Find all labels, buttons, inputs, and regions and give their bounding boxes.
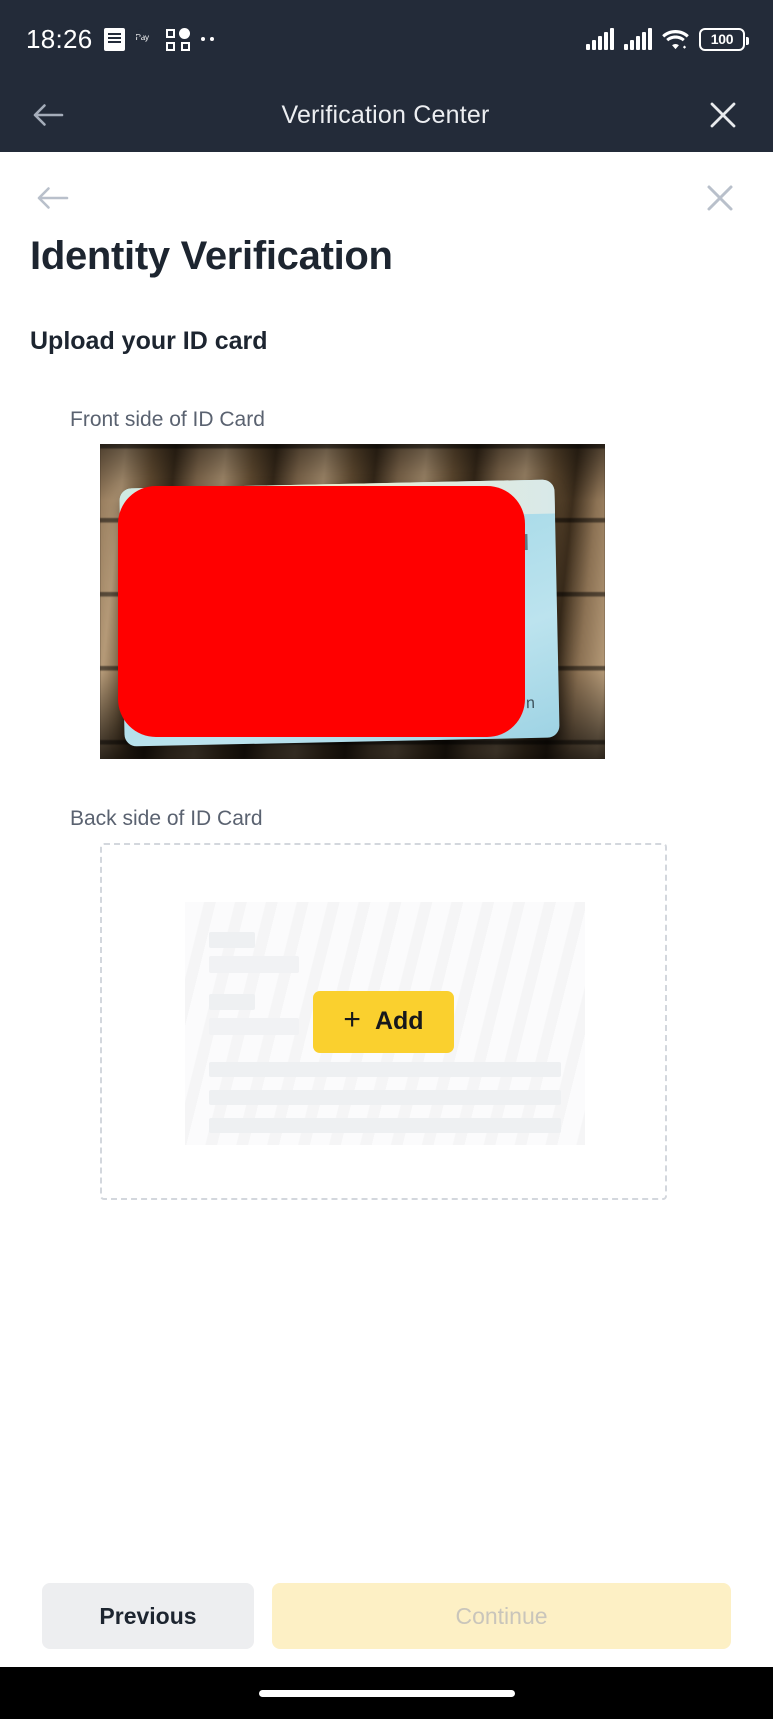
status-bar-clock: 18:26	[26, 24, 93, 54]
placeholder-bar	[209, 1090, 561, 1105]
placeholder-bar	[209, 994, 255, 1010]
front-side-image-preview[interactable]: n	[100, 444, 605, 759]
previous-button[interactable]: Previous	[42, 1583, 254, 1649]
placeholder-bar	[209, 932, 255, 948]
wifi-icon	[662, 28, 689, 50]
battery-level-text: 100	[710, 31, 734, 47]
section-title: Upload your ID card	[30, 327, 268, 355]
back-side-label: Back side of ID Card	[70, 807, 263, 830]
page-content: Identity Verification Upload your ID car…	[0, 152, 773, 1667]
close-icon	[710, 102, 736, 128]
app-bar-close-button[interactable]	[701, 93, 745, 137]
page-nav	[30, 152, 743, 224]
quick-panel-icon	[165, 27, 190, 51]
document-icon	[103, 27, 125, 51]
app-bar: Verification Center	[0, 78, 773, 152]
arrow-left-icon	[33, 104, 64, 126]
signal-bars-icon	[586, 28, 614, 50]
add-button-label: Add	[374, 1007, 424, 1035]
samsung-pay-icon: Pay	[136, 27, 155, 51]
placeholder-bar	[209, 1118, 561, 1133]
navigation-gesture-area	[0, 1667, 773, 1719]
status-bar-left: 18:26 Pay	[26, 26, 214, 52]
page-title: Identity Verification	[30, 234, 393, 278]
more-dots-icon	[200, 37, 214, 41]
plus-icon: +	[343, 1003, 361, 1036]
app-bar-back-button[interactable]	[26, 93, 70, 137]
app-bar-title: Verification Center	[281, 100, 490, 129]
placeholder-bar	[209, 1062, 561, 1077]
placeholder-bar	[209, 956, 299, 973]
back-side-upload-dropzone[interactable]: + Add	[100, 843, 667, 1200]
front-side-label: Front side of ID Card	[70, 408, 265, 431]
page-back-button[interactable]	[30, 175, 76, 221]
status-bar-right: 100	[586, 27, 749, 51]
id-card-text: n	[525, 694, 536, 713]
add-back-side-button[interactable]: + Add	[313, 990, 454, 1053]
arrow-left-icon	[37, 187, 69, 209]
signal-bars-2-icon	[624, 28, 652, 50]
page-close-button[interactable]	[697, 175, 743, 221]
gesture-bar[interactable]	[258, 1689, 515, 1697]
placeholder-bar	[209, 1018, 299, 1035]
continue-button[interactable]: Continue	[272, 1583, 731, 1649]
phone-screen: 18:26 Pay	[0, 0, 773, 1719]
close-icon	[707, 185, 733, 211]
battery-icon: 100	[699, 27, 749, 51]
footer-actions: Previous Continue	[0, 1583, 773, 1667]
status-bar: 18:26 Pay	[0, 0, 773, 78]
redaction-overlay	[118, 486, 525, 737]
